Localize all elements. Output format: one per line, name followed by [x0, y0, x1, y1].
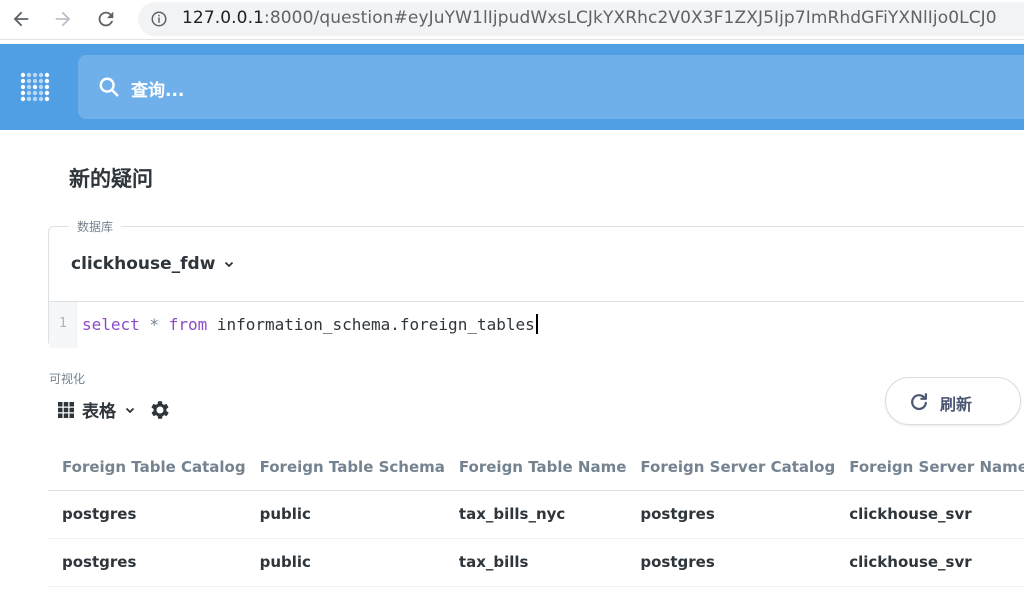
refresh-icon	[911, 393, 927, 411]
visualization-label: 可视化	[49, 372, 86, 386]
column-header[interactable]: Foreign Table Name	[444, 444, 627, 491]
table-cell[interactable]: postgres	[626, 490, 836, 539]
database-label: 数据库	[69, 218, 122, 235]
sql-star: *	[139, 315, 169, 334]
chevron-down-icon[interactable]	[124, 404, 136, 416]
url-path: :8000/question#eyJuYW1lIjpudWxsLCJkYXRhc…	[264, 8, 997, 28]
sql-keyword-select: select	[82, 315, 140, 334]
chevron-down-icon	[225, 261, 234, 268]
reload-icon	[98, 11, 114, 27]
sql-code-editor[interactable]: 1 select * from information_schema.forei…	[49, 301, 1024, 348]
reload-button[interactable]	[95, 8, 121, 32]
app-header: 查询...	[0, 44, 1024, 130]
browser-toolbar: 127.0.0.1:8000/question#eyJuYW1lIjpudWxs…	[0, 0, 1024, 40]
table-grid-icon[interactable]	[58, 401, 74, 418]
url-text: 127.0.0.1:8000/question#eyJuYW1lIjpudWxs…	[182, 8, 997, 28]
code-line: select * from information_schema.foreign…	[82, 314, 538, 334]
table-header-row: Foreign Table Catalog Foreign Table Sche…	[48, 444, 1024, 491]
table-cell[interactable]: tax_bills_nyc	[444, 490, 627, 539]
search-icon	[99, 77, 119, 97]
visualization-type[interactable]: 表格	[82, 397, 116, 422]
native-query-editor: 数据库 clickhouse_fdw 1 select * from infor…	[48, 218, 1024, 348]
search-placeholder: 查询...	[131, 81, 185, 101]
text-cursor	[535, 314, 538, 334]
back-button[interactable]	[10, 8, 36, 32]
table-row: postgres public tax_bills postgres click…	[48, 538, 1024, 587]
column-header[interactable]: Foreign Table Schema	[245, 444, 445, 491]
arrow-left-icon	[13, 11, 29, 27]
table-cell[interactable]: clickhouse_svr	[835, 538, 1024, 587]
refresh-button[interactable]: 刷新	[885, 377, 1021, 425]
results-table: Foreign Table Catalog Foreign Table Sche…	[48, 444, 1024, 587]
line-number: 1	[59, 316, 67, 331]
table-cell[interactable]: postgres	[48, 490, 246, 539]
page-title: 新的疑问	[69, 167, 153, 191]
table-cell[interactable]: public	[245, 490, 445, 539]
table-cell[interactable]: clickhouse_svr	[835, 490, 1024, 539]
address-bar[interactable]: 127.0.0.1:8000/question#eyJuYW1lIjpudWxs…	[138, 2, 1024, 36]
database-selector[interactable]: clickhouse_fdw	[71, 254, 235, 274]
column-header[interactable]: Foreign Server Catalog	[626, 444, 836, 491]
metabase-logo-icon[interactable]	[17, 69, 53, 105]
database-name: clickhouse_fdw	[71, 254, 216, 274]
table-cell[interactable]: postgres	[48, 538, 246, 587]
sql-keyword-from: from	[168, 315, 208, 334]
info-icon	[151, 11, 167, 27]
visualization-picker: 表格	[58, 397, 172, 422]
sql-table-ref: information_schema.foreign_tables	[207, 315, 535, 334]
column-header[interactable]: Foreign Table Catalog	[48, 444, 246, 491]
table-cell[interactable]: public	[245, 538, 445, 587]
arrow-right-icon	[55, 11, 71, 27]
forward-button[interactable]	[52, 8, 78, 32]
table-cell[interactable]: tax_bills	[444, 538, 627, 587]
url-host: 127.0.0.1	[182, 8, 265, 28]
line-gutter: 1	[49, 302, 77, 348]
refresh-label: 刷新	[940, 395, 973, 414]
gear-icon[interactable]	[148, 398, 172, 422]
search-input[interactable]: 查询...	[78, 55, 1024, 119]
table-row: postgres public tax_bills_nyc postgres c…	[48, 490, 1024, 539]
column-header[interactable]: Foreign Server Name	[835, 444, 1024, 491]
table-cell[interactable]: postgres	[626, 538, 836, 587]
